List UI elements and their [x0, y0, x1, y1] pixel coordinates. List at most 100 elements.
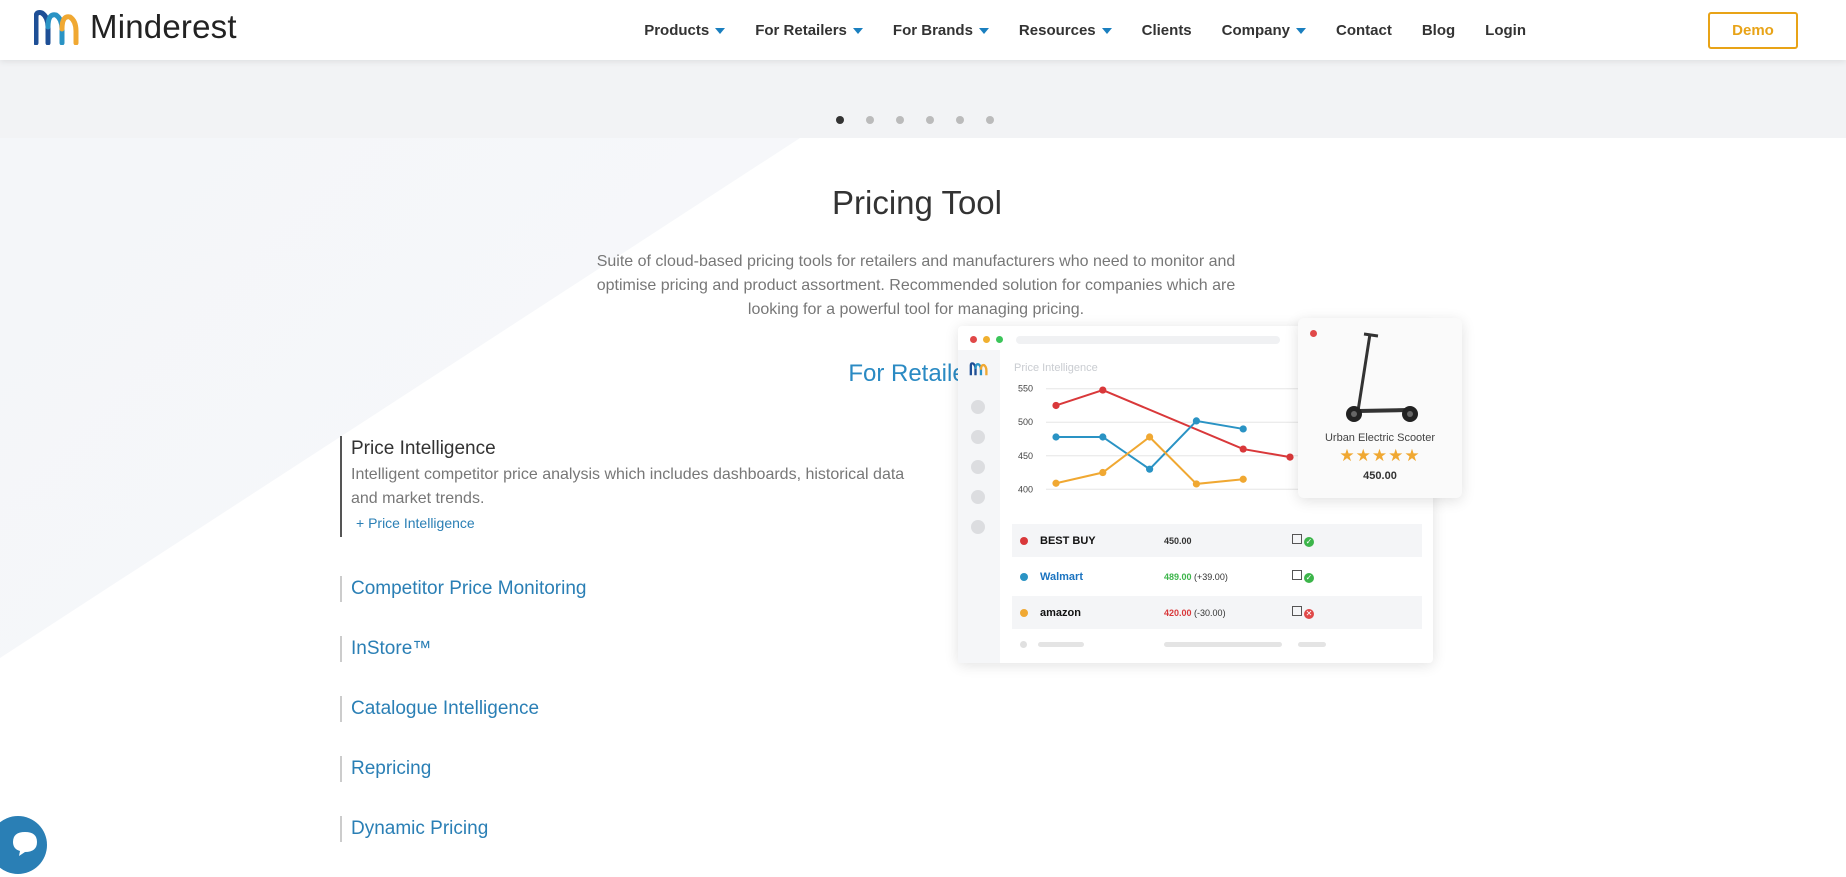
nav-item-contact[interactable]: Contact — [1336, 22, 1392, 39]
section-heading: For Retailers — [848, 360, 986, 387]
data-point — [1239, 425, 1247, 433]
y-tick-label: 400 — [1018, 484, 1033, 494]
table-row: amazon 420.00 (-30.00) ✕ — [1012, 596, 1422, 629]
nav-item-label: Products — [644, 21, 710, 39]
demo-button[interactable]: Demo — [1708, 12, 1798, 49]
data-point — [1146, 433, 1154, 441]
series-line — [1056, 419, 1244, 471]
feature-link[interactable]: + Price Intelligence — [356, 515, 911, 531]
card-status-dot — [1310, 330, 1317, 337]
sidebar-dot — [971, 400, 985, 414]
stock-status: ✓ — [1292, 570, 1314, 583]
mini-logo-icon — [969, 362, 988, 376]
stock-status: ✓ — [1292, 534, 1314, 547]
chevron-down-icon — [852, 28, 863, 34]
nav-item-login[interactable]: Login — [1485, 22, 1526, 39]
retailer-name: Walmart — [1040, 570, 1083, 583]
retailer-name: BEST BUY — [1040, 534, 1096, 547]
retailer-price: 420.00 (-30.00) — [1164, 608, 1292, 618]
brand-name: Minderest — [90, 8, 237, 45]
carousel-dot[interactable] — [956, 116, 964, 124]
data-point — [1052, 401, 1060, 410]
cross-icon: ✕ — [1304, 608, 1314, 619]
retailer-name: amazon — [1040, 606, 1081, 619]
nav-item-label: Company — [1221, 21, 1290, 39]
feature-title: Price Intelligence — [351, 438, 496, 459]
feature-item-competitor-price-monitoring[interactable]: Competitor Price Monitoring — [340, 576, 911, 602]
page-subtitle: Suite of cloud-based pricing tools for r… — [596, 253, 1236, 318]
carousel-dots — [836, 116, 994, 124]
y-tick-label: 550 — [1018, 384, 1033, 394]
feature-item-dynamic-pricing[interactable]: Dynamic Pricing — [340, 816, 911, 842]
price-line-chart: 550 500 450 400 — [1018, 384, 1300, 494]
table-row: BEST BUY 450.00 ✓ — [1012, 524, 1422, 557]
series-color-dot — [1020, 572, 1028, 581]
data-point — [1239, 445, 1247, 453]
top-navigation: Minderest Products For Retailers For Brand… — [0, 0, 1846, 60]
nav-item-label: For Retailers — [755, 21, 847, 39]
carousel-dot[interactable] — [866, 116, 874, 124]
minimize-dot — [983, 336, 990, 343]
retailer-price: 450.00 — [1164, 536, 1292, 546]
data-point — [1099, 468, 1107, 477]
sidebar-dot — [971, 490, 985, 504]
series-color-dot — [1020, 608, 1028, 617]
product-price: 450.00 — [1363, 470, 1397, 482]
table-row: Walmart 489.00 (+39.00) ✓ — [1012, 560, 1422, 593]
feature-description: Intelligent competitor price analysis wh… — [351, 466, 905, 507]
nav-item-label: Blog — [1421, 21, 1456, 39]
chevron-down-icon — [715, 28, 726, 34]
carousel-dot[interactable] — [896, 116, 904, 124]
nav-item-label: For Brands — [892, 21, 973, 39]
box-icon — [1292, 570, 1302, 581]
price-value: 420.00 — [1164, 607, 1192, 618]
maximize-dot — [996, 336, 1003, 343]
feature-item-price-intelligence[interactable]: Price Intelligence Intelligent competitor… — [340, 436, 911, 537]
check-icon: ✓ — [1304, 572, 1314, 583]
data-point — [1239, 475, 1247, 483]
chevron-down-icon — [978, 28, 989, 34]
nav-item-clients[interactable]: Clients — [1142, 22, 1192, 39]
check-icon: ✓ — [1304, 536, 1314, 547]
table-footer-placeholder — [1012, 641, 1422, 649]
nav-item-resources[interactable]: Resources — [1019, 22, 1112, 39]
nav-item-products[interactable]: Products — [644, 21, 726, 39]
data-point — [1286, 453, 1294, 461]
nav-item-for-brands[interactable]: For Brands — [893, 22, 989, 39]
y-tick-label: 500 — [1018, 417, 1033, 427]
carousel-strip — [0, 60, 1846, 138]
product-card: Urban Electric Scooter ★★★★★ 450.00 — [1298, 318, 1462, 498]
sidebar-dot — [971, 430, 985, 444]
carousel-dot[interactable] — [836, 116, 844, 124]
feature-title: Repricing — [351, 758, 432, 779]
data-point — [1099, 386, 1107, 394]
carousel-dot[interactable] — [986, 116, 994, 124]
feature-item-instore[interactable]: InStore™ — [340, 636, 911, 662]
main-menu: Products For Retailers For Brands Resources… — [644, 0, 1526, 60]
feature-title: Competitor Price Monitoring — [351, 578, 587, 599]
window-controls — [970, 336, 1003, 343]
brand-logo[interactable]: Minderest — [34, 8, 237, 46]
sidebar-dot — [971, 460, 985, 474]
data-point — [1052, 479, 1060, 487]
nav-item-company[interactable]: Company — [1222, 22, 1306, 39]
series-line — [1055, 435, 1244, 485]
close-dot — [970, 336, 977, 343]
feature-item-catalogue-intelligence[interactable]: Catalogue Intelligence — [340, 696, 911, 722]
nav-item-blog[interactable]: Blog — [1422, 22, 1455, 39]
chevron-down-icon — [1101, 28, 1112, 34]
feature-title: InStore™ — [351, 638, 432, 659]
stock-status: ✕ — [1292, 606, 1314, 619]
data-point — [1192, 480, 1200, 488]
y-tick-label: 450 — [1018, 451, 1033, 461]
illustration-sidebar — [958, 350, 1000, 663]
sidebar-dot — [971, 520, 985, 534]
data-point — [1146, 465, 1154, 473]
carousel-dot[interactable] — [926, 116, 934, 124]
box-icon — [1292, 606, 1302, 617]
feature-item-repricing[interactable]: Repricing — [340, 756, 911, 782]
chat-bubble-icon — [13, 832, 37, 856]
nav-item-for-retailers[interactable]: For Retailers — [755, 22, 863, 39]
page-title: Pricing Tool — [832, 184, 1002, 221]
feature-title: Dynamic Pricing — [351, 818, 489, 839]
